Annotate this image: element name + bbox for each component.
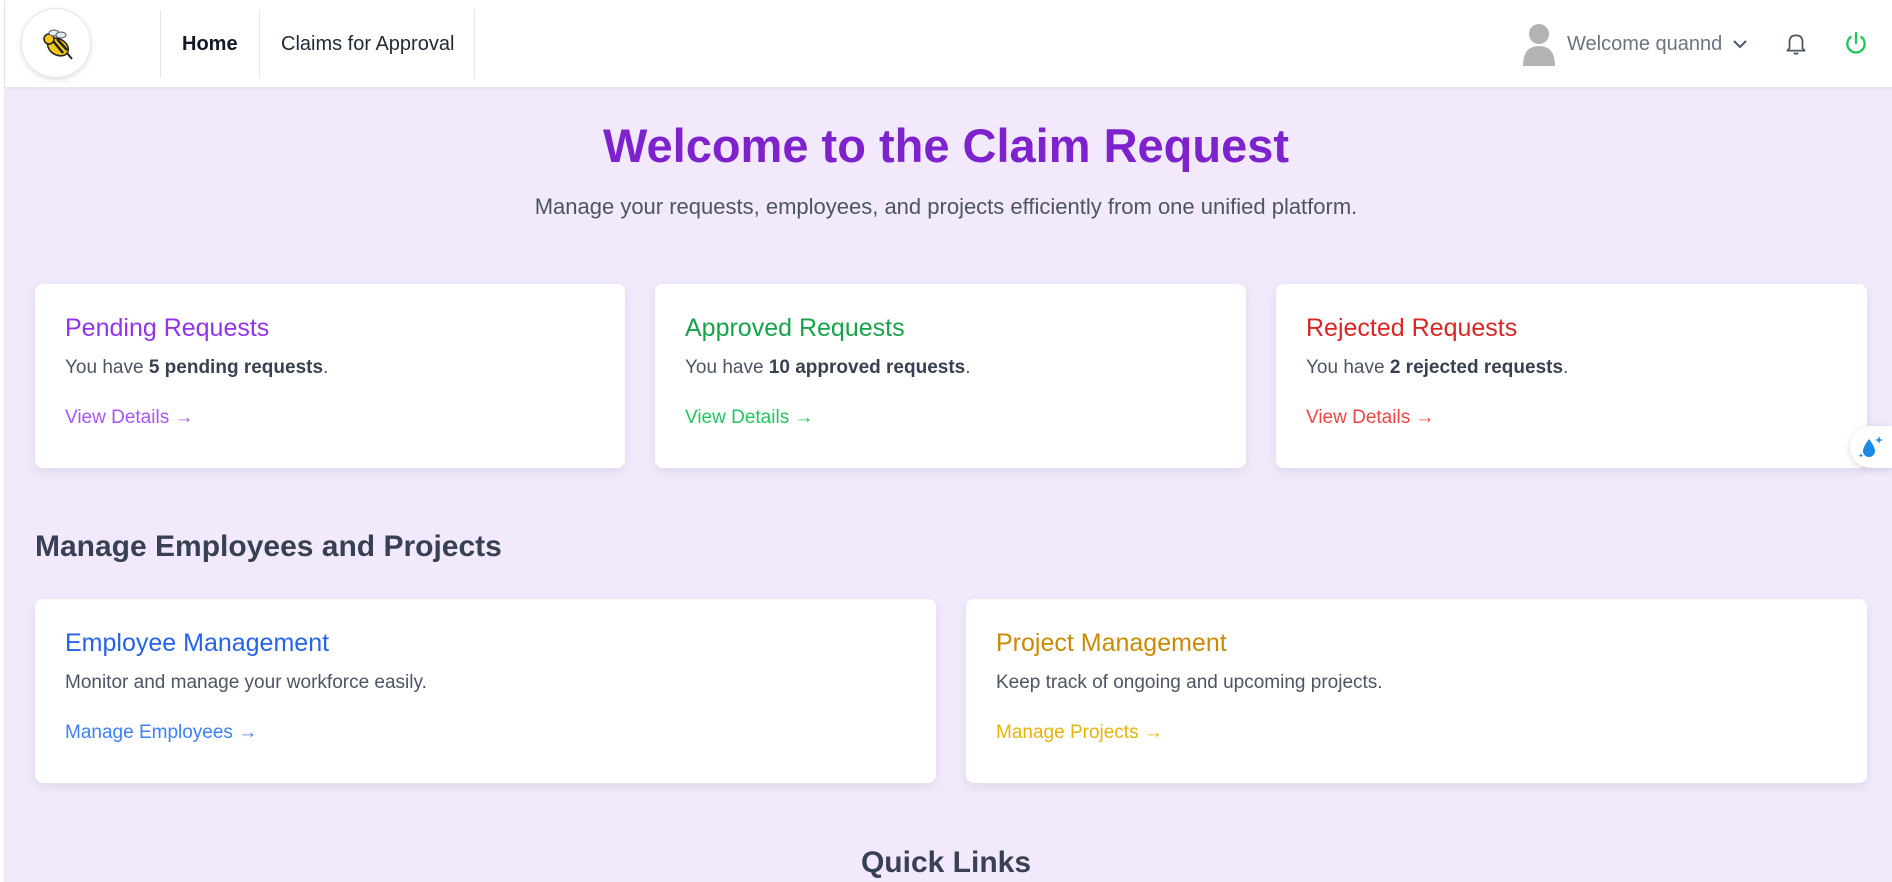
card-title: Rejected Requests — [1306, 314, 1518, 342]
card-text: Monitor and manage your workforce easily… — [65, 672, 427, 693]
nav-divider — [474, 10, 475, 78]
nav-home[interactable]: Home — [182, 0, 238, 88]
view-details-link[interactable]: View Details → — [685, 407, 813, 429]
card-title: Employee Management — [65, 629, 330, 657]
approved-requests-card: Approved Requests You have 10 approved r… — [655, 284, 1246, 468]
card-text: You have 2 rejected requests. — [1306, 357, 1569, 378]
view-details-link[interactable]: View Details → — [65, 407, 193, 429]
card-text: You have 10 approved requests. — [685, 357, 971, 378]
bell-icon[interactable] — [1783, 30, 1809, 56]
card-text: Keep track of ongoing and upcoming proje… — [996, 672, 1383, 693]
user-avatar-icon — [1523, 24, 1555, 66]
card-title: Project Management — [996, 629, 1227, 657]
employee-management-card: Employee Management Monitor and manage y… — [35, 599, 936, 783]
bee-logo[interactable] — [21, 8, 91, 78]
manage-employees-link[interactable]: Manage Employees → — [65, 722, 257, 744]
rejected-requests-card: Rejected Requests You have 2 rejected re… — [1276, 284, 1867, 468]
pending-requests-card: Pending Requests You have 5 pending requ… — [35, 284, 625, 468]
card-title: Pending Requests — [65, 314, 270, 342]
user-menu[interactable]: Welcome quannd — [1521, 0, 1748, 88]
user-welcome-label: Welcome quannd — [1567, 32, 1723, 55]
quick-links-title: Quick Links — [860, 846, 1032, 879]
nav-divider — [160, 10, 161, 78]
nav-divider — [259, 10, 260, 78]
top-navbar: Home Claims for Approval Welcome quannd — [5, 0, 1892, 88]
project-management-card: Project Management Keep track of ongoing… — [966, 599, 1867, 783]
card-title: Approved Requests — [685, 314, 905, 342]
card-text: You have 5 pending requests. — [65, 357, 329, 378]
page-subtitle: Manage your requests, employees, and pro… — [534, 194, 1358, 219]
floating-assistant-button[interactable] — [1850, 426, 1892, 468]
bee-logo-icon — [43, 29, 73, 60]
power-icon[interactable] — [1843, 30, 1869, 56]
water-drop-sparkle-icon — [1858, 436, 1883, 458]
nav-claims-for-approval[interactable]: Claims for Approval — [281, 0, 454, 88]
section-title: Manage Employees and Projects — [35, 530, 502, 563]
manage-projects-link[interactable]: Manage Projects → — [996, 722, 1163, 744]
chevron-down-icon — [1733, 40, 1748, 49]
page-title: Welcome to the Claim Request — [603, 119, 1289, 172]
view-details-link[interactable]: View Details → — [1306, 407, 1434, 429]
